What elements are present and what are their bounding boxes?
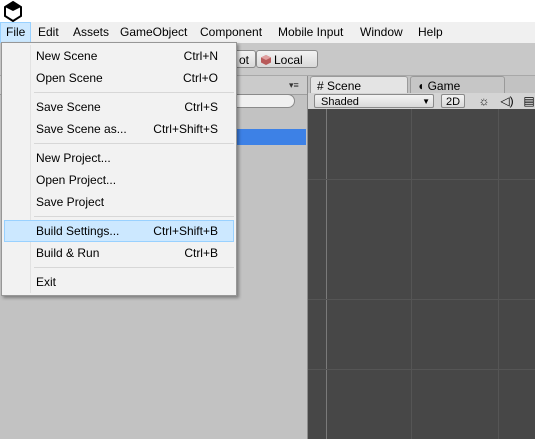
menu-item-label: New Scene bbox=[36, 49, 98, 63]
unity-logo-icon[interactable] bbox=[2, 0, 24, 22]
local-label: Local bbox=[274, 53, 303, 67]
menu-item-label: Save Scene bbox=[36, 100, 101, 114]
menu-assets[interactable]: Assets bbox=[68, 22, 114, 43]
menu-edit[interactable]: Edit bbox=[33, 22, 64, 43]
grid-axis-line bbox=[326, 109, 327, 439]
cube-icon bbox=[261, 55, 271, 65]
tab-game-label: Game bbox=[427, 79, 461, 93]
tab-game[interactable]: ◖ Game bbox=[410, 76, 505, 94]
menu-item-label: Build Settings... bbox=[36, 224, 120, 238]
tab-scene-label: Scene bbox=[327, 79, 362, 93]
menu-item-build-settings[interactable]: Build Settings... Ctrl+Shift+B bbox=[4, 220, 234, 242]
menu-item-label: Save Project bbox=[36, 195, 105, 209]
scene-viewport[interactable] bbox=[308, 109, 535, 439]
file-menu-dropdown: New Scene Ctrl+N Open Scene Ctrl+O Save … bbox=[1, 42, 237, 296]
menu-item-open-project[interactable]: Open Project... bbox=[4, 169, 234, 191]
menu-separator bbox=[34, 92, 234, 93]
menu-item-label: New Project... bbox=[36, 151, 111, 165]
menu-item-save-scene[interactable]: Save Scene Ctrl+S bbox=[4, 96, 234, 118]
menu-item-new-project[interactable]: New Project... bbox=[4, 147, 234, 169]
menu-item-label: Build & Run bbox=[36, 246, 100, 260]
pacman-icon: ◖ bbox=[417, 79, 425, 93]
menu-item-new-scene[interactable]: New Scene Ctrl+N bbox=[4, 45, 234, 67]
grid-line bbox=[308, 179, 535, 180]
menu-gameobject[interactable]: GameObject bbox=[115, 22, 192, 43]
menu-file[interactable]: File bbox=[0, 22, 32, 43]
grid-line bbox=[411, 109, 412, 439]
menu-item-label: Open Project... bbox=[36, 173, 117, 187]
panel-menu-icon[interactable]: ▾≡ bbox=[289, 80, 299, 91]
menu-item-open-scene[interactable]: Open Scene Ctrl+O bbox=[4, 67, 234, 89]
menu-separator bbox=[34, 267, 234, 268]
menu-item-shortcut: Ctrl+Shift+B bbox=[153, 224, 218, 238]
title-bar bbox=[0, 0, 535, 22]
grid-line bbox=[498, 109, 499, 439]
audio-speaker-icon[interactable]: ◁) bbox=[497, 94, 517, 108]
menu-help[interactable]: Help bbox=[413, 22, 448, 43]
menu-item-exit[interactable]: Exit bbox=[4, 271, 234, 293]
effects-icon[interactable]: ▤ bbox=[519, 94, 535, 108]
menu-item-label: Open Scene bbox=[36, 71, 103, 85]
menu-mobile-input[interactable]: Mobile Input bbox=[273, 22, 348, 43]
grid-line bbox=[308, 299, 535, 300]
menu-item-label: Save Scene as... bbox=[36, 122, 127, 136]
menu-item-shortcut: Ctrl+Shift+S bbox=[153, 122, 218, 136]
menu-item-shortcut: Ctrl+N bbox=[183, 49, 218, 63]
lighting-sun-icon[interactable]: ☼ bbox=[474, 94, 494, 108]
menu-separator bbox=[34, 216, 234, 217]
2d-mode-toggle[interactable]: 2D bbox=[441, 94, 465, 108]
grid-line bbox=[308, 369, 535, 370]
menu-item-shortcut: Ctrl+S bbox=[184, 100, 218, 114]
menu-item-save-project[interactable]: Save Project bbox=[4, 191, 234, 213]
menu-item-save-scene-as[interactable]: Save Scene as... Ctrl+Shift+S bbox=[4, 118, 234, 140]
menu-item-shortcut: Ctrl+O bbox=[182, 71, 218, 85]
grid-icon: # bbox=[317, 79, 324, 93]
menu-component[interactable]: Component bbox=[195, 22, 267, 43]
caret-down-icon: ▼ bbox=[422, 97, 430, 106]
menu-item-shortcut: Ctrl+B bbox=[184, 246, 218, 260]
menu-separator bbox=[34, 143, 234, 144]
shading-mode-select[interactable]: Shaded ▼ bbox=[314, 94, 434, 108]
tab-scene[interactable]: # Scene bbox=[310, 76, 408, 94]
menu-window[interactable]: Window bbox=[355, 22, 408, 43]
hierarchy-search-input[interactable] bbox=[230, 94, 295, 108]
menu-item-build-and-run[interactable]: Build & Run Ctrl+B bbox=[4, 242, 234, 264]
local-button[interactable]: Local bbox=[256, 50, 318, 68]
shading-mode-value: Shaded bbox=[321, 96, 359, 108]
menu-item-label: Exit bbox=[36, 275, 57, 289]
hierarchy-selected-row[interactable] bbox=[236, 129, 306, 145]
